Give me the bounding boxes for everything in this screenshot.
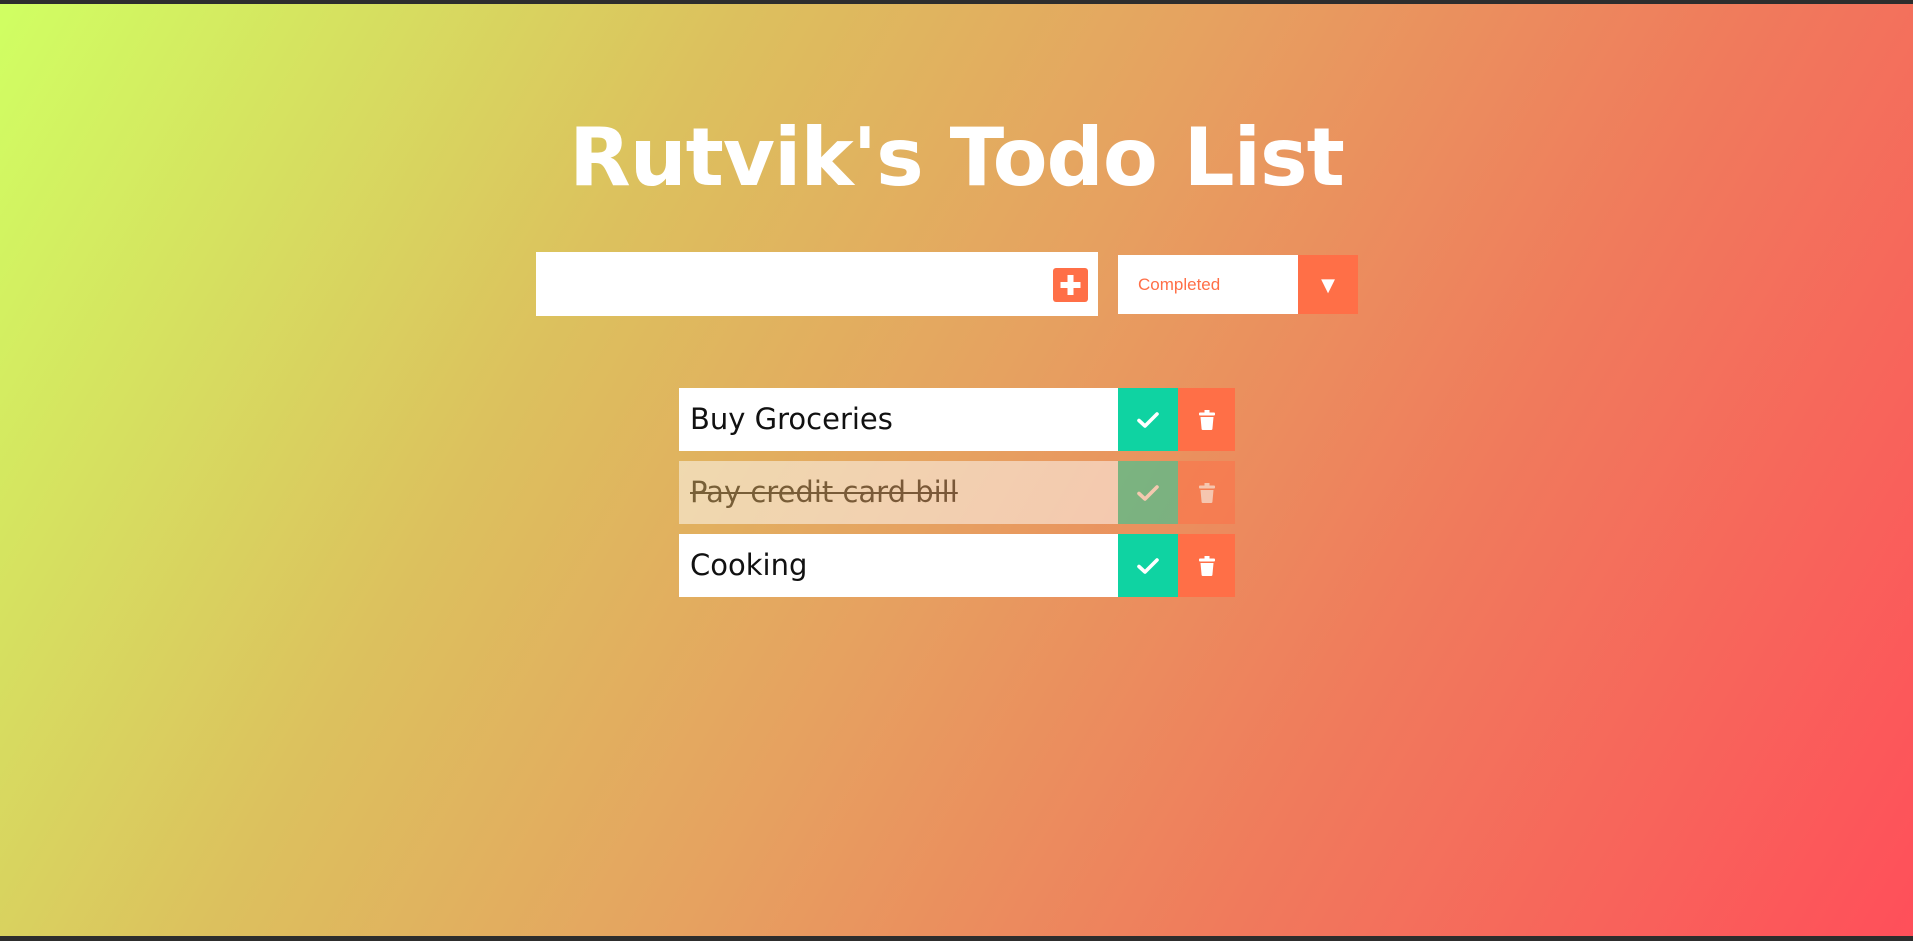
filter-selected-value: Completed (1138, 275, 1221, 294)
complete-button[interactable] (1118, 461, 1178, 524)
trash-icon (1198, 555, 1215, 576)
todo-text: Cooking (679, 534, 1118, 597)
complete-button[interactable] (1118, 388, 1178, 451)
trash-icon (1198, 409, 1215, 430)
todo-item: Pay credit card bill (679, 461, 1235, 524)
check-icon (1137, 557, 1159, 574)
delete-button[interactable] (1178, 534, 1235, 597)
todo-text: Pay credit card bill (679, 461, 1118, 524)
todo-input[interactable] (536, 252, 1036, 316)
plus-icon (1060, 275, 1081, 295)
app-background: Rutvik's Todo List Completed ▼ Buy Groce… (0, 4, 1913, 936)
page-title: Rutvik's Todo List (569, 110, 1345, 204)
check-icon (1137, 411, 1159, 428)
add-todo-button[interactable] (1053, 268, 1088, 302)
todo-item: Buy Groceries (679, 388, 1235, 451)
triangle-down-icon: ▼ (1321, 275, 1335, 296)
delete-button[interactable] (1178, 461, 1235, 524)
check-icon (1137, 484, 1159, 501)
trash-icon (1198, 482, 1215, 503)
todo-text: Buy Groceries (679, 388, 1118, 451)
todo-item: Cooking (679, 534, 1235, 597)
todo-input-container (536, 252, 1098, 316)
filter-dropdown-button[interactable]: ▼ (1298, 255, 1358, 314)
complete-button[interactable] (1118, 534, 1178, 597)
todo-list: Buy Groceries Pay credit card bill Cooking (679, 388, 1235, 607)
delete-button[interactable] (1178, 388, 1235, 451)
